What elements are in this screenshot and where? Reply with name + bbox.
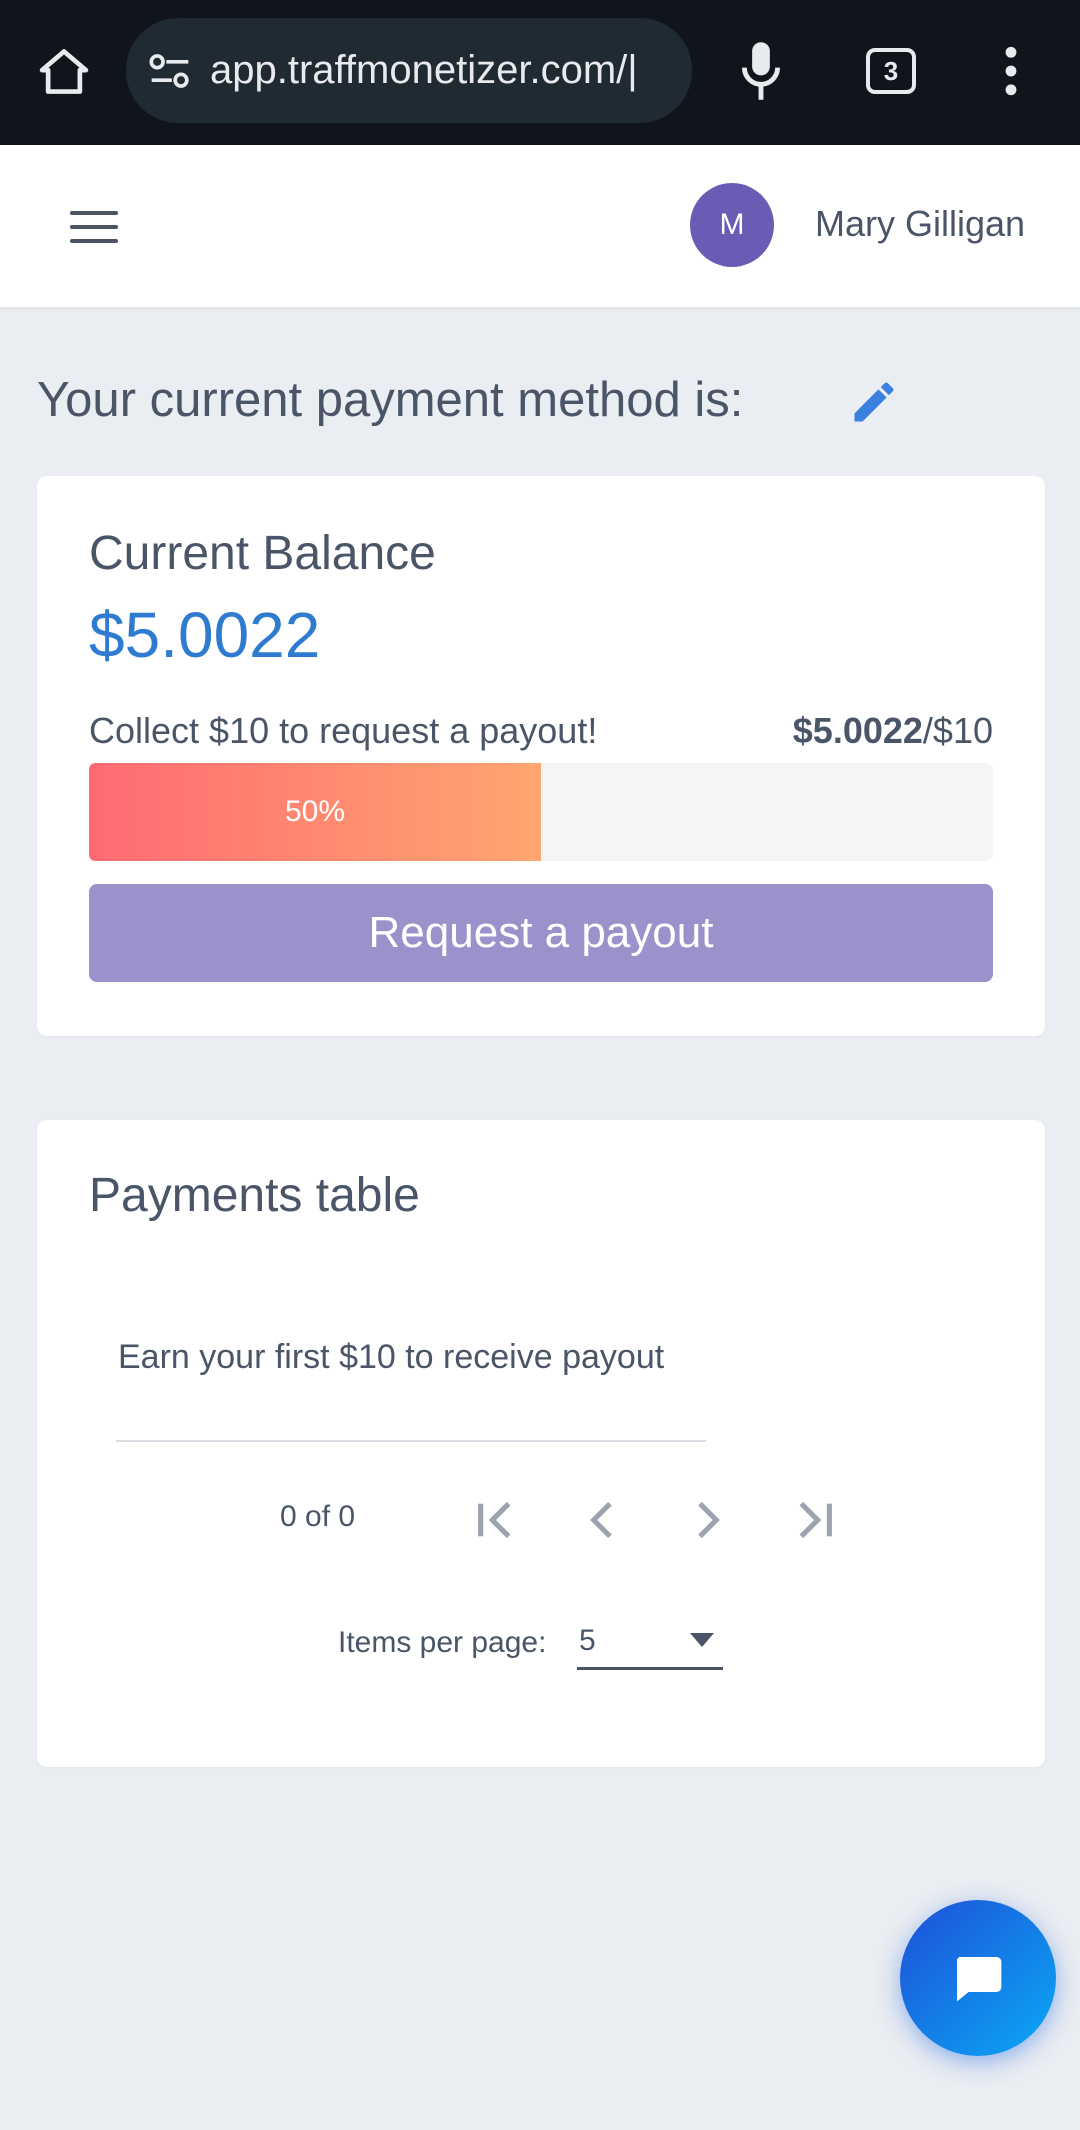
menu-icon[interactable] (70, 211, 118, 243)
progress-bar: 50% (89, 763, 993, 861)
address-bar[interactable]: app.traffmonetizer.com/| (126, 18, 692, 123)
app-header: M Mary Gilligan (0, 145, 1080, 307)
last-page-icon[interactable] (785, 1492, 841, 1548)
items-per-page-value: 5 (579, 1624, 596, 1657)
chevron-left-icon[interactable] (575, 1492, 631, 1548)
more-vert-icon[interactable] (1004, 46, 1018, 96)
mic-icon[interactable] (738, 40, 784, 102)
payment-method-heading: Your current payment method is: (37, 373, 744, 427)
first-page-icon[interactable] (469, 1492, 525, 1548)
payments-card: Payments table Earn your first $10 to re… (37, 1120, 1045, 1767)
browser-toolbar: app.traffmonetizer.com/| 3 (0, 0, 1080, 145)
items-per-page-select[interactable]: 5 (577, 1616, 723, 1670)
chat-button[interactable] (900, 1900, 1056, 2056)
request-payout-button[interactable]: Request a payout (89, 884, 993, 982)
home-icon[interactable] (36, 44, 92, 100)
empty-table-message: Earn your first $10 to receive payout (118, 1338, 665, 1376)
url-text: app.traffmonetizer.com/| (210, 48, 638, 92)
progress-target: /$10 (922, 710, 993, 751)
current-balance-amount: $5.0022 (89, 599, 321, 671)
collect-hint: Collect $10 to request a payout! (89, 710, 598, 751)
progress-fill: 50% (89, 763, 541, 861)
chat-bubble-icon (956, 1957, 1002, 2002)
payments-table-title: Payments table (89, 1169, 420, 1222)
tune-icon[interactable] (148, 52, 192, 90)
dropdown-caret-icon (690, 1633, 714, 1647)
progress-current: $5.0022 (792, 710, 923, 751)
progress-percent: 50% (284, 795, 346, 828)
user-name[interactable]: Mary Gilligan (815, 203, 1025, 245)
pencil-icon[interactable] (848, 376, 900, 428)
avatar[interactable]: M (690, 183, 774, 267)
paginator-range-label: 0 of 0 (280, 1500, 356, 1533)
balance-card: Current Balance $5.0022 Collect $10 to r… (37, 476, 1045, 1036)
table-divider (116, 1440, 706, 1442)
tab-switcher-button[interactable]: 3 (866, 48, 916, 94)
current-balance-label: Current Balance (89, 527, 436, 580)
progress-amount: $5.0022/$10 (793, 710, 993, 752)
chevron-right-icon[interactable] (679, 1492, 735, 1548)
items-per-page-label: Items per page: (338, 1626, 547, 1659)
